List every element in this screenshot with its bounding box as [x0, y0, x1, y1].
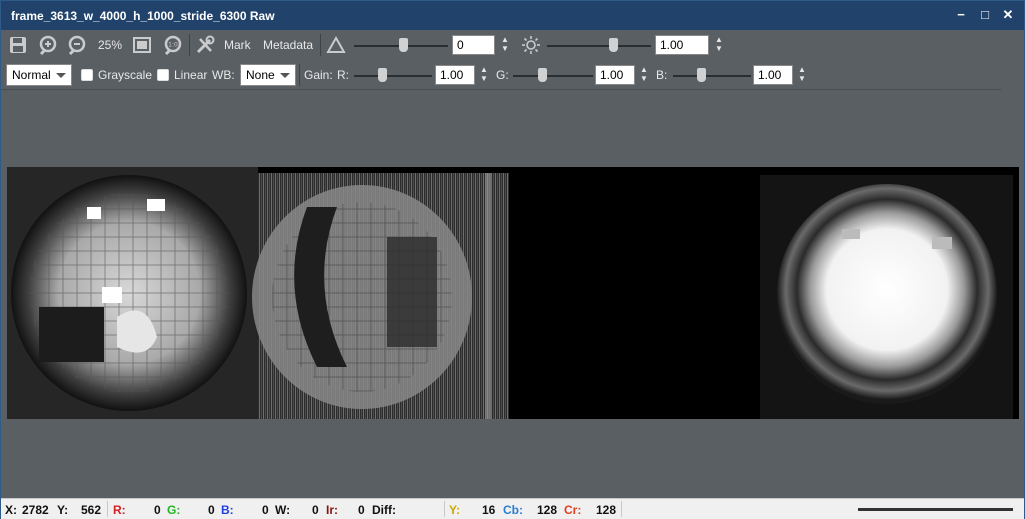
- brightness-icon: [522, 36, 540, 54]
- pixel-ir-value: 0: [358, 503, 365, 517]
- wb-label: WB:: [212, 68, 235, 82]
- grayscale-checkbox[interactable]: [81, 69, 93, 81]
- pixel-r-label: R:: [113, 503, 126, 517]
- toolbar-main: 25% 1:0 Mark Metadata 0 ▲ ▼ 1.00 ▲ ▼: [1, 30, 1024, 60]
- gain-b-input[interactable]: 1.00: [753, 65, 793, 85]
- brightness-spinner[interactable]: ▲ ▼: [714, 35, 724, 55]
- yuv-cr-value: 128: [596, 503, 617, 517]
- gain-g-slider-thumb[interactable]: [538, 68, 547, 82]
- exposure-slider-thumb[interactable]: [399, 38, 408, 52]
- diff-label: Diff:: [372, 503, 396, 517]
- minimize-button[interactable]: −: [953, 7, 969, 23]
- brightness-input[interactable]: 1.00: [655, 35, 709, 55]
- gain-r-label: R:: [337, 68, 349, 82]
- actual-size-icon[interactable]: 1:0: [163, 35, 183, 55]
- blend-mode-value: Normal: [12, 68, 51, 82]
- gain-r-input[interactable]: 1.00: [435, 65, 475, 85]
- gain-b-slider-track[interactable]: [673, 75, 751, 77]
- zoom-level: 25%: [98, 38, 123, 52]
- svg-text:1:0: 1:0: [168, 42, 178, 49]
- chevron-down-icon: [280, 73, 290, 78]
- camera-panel-2: [252, 173, 509, 419]
- zoom-out-icon[interactable]: [67, 35, 87, 55]
- white-balance-select[interactable]: None: [240, 64, 296, 86]
- gain-g-slider-track[interactable]: [513, 75, 593, 77]
- brightness-slider-track[interactable]: [547, 45, 651, 47]
- exposure-input[interactable]: 0: [452, 35, 495, 55]
- yuv-y-value: 16: [482, 503, 496, 517]
- pixel-g-value: 0: [208, 503, 215, 517]
- linear-label: Linear: [174, 68, 208, 82]
- status-separator: [621, 501, 622, 517]
- gain-r-spinner[interactable]: ▲ ▼: [479, 65, 489, 85]
- save-icon[interactable]: [8, 35, 28, 55]
- mark-button[interactable]: Mark: [224, 38, 251, 52]
- title-bar[interactable]: frame_3613_w_4000_h_1000_stride_6300 Raw…: [1, 1, 1024, 30]
- exposure-icon: [326, 35, 346, 53]
- yuv-cb-value: 128: [537, 503, 558, 517]
- status-bar: X: 2782 Y: 562 R: 0 G: 0 B: 0 W: 0 Ir: 0…: [1, 498, 1024, 519]
- cursor-y-value: 562: [81, 503, 102, 517]
- maximize-button[interactable]: □: [977, 7, 993, 23]
- progress-bar: [858, 508, 1013, 511]
- white-balance-value: None: [246, 68, 275, 82]
- cursor-y-label: Y:: [57, 503, 69, 517]
- pixel-r-value: 0: [154, 503, 161, 517]
- status-separator: [444, 501, 445, 517]
- status-separator: [107, 501, 108, 517]
- window-title: frame_3613_w_4000_h_1000_stride_6300 Raw: [11, 9, 275, 23]
- gain-r-slider-thumb[interactable]: [378, 68, 387, 82]
- camera-panel-1: [7, 167, 258, 419]
- gain-r-slider-track[interactable]: [354, 75, 432, 77]
- camera-panel-3: [509, 167, 760, 419]
- pixel-b-label: B:: [221, 503, 234, 517]
- gain-g-label: G:: [496, 68, 509, 82]
- toolbar-separator: [299, 64, 300, 86]
- camera-panel-4: [760, 175, 1013, 419]
- raw-viewer-window: frame_3613_w_4000_h_1000_stride_6300 Raw…: [0, 0, 1025, 519]
- yuv-cr-label: Cr:: [564, 503, 582, 517]
- brightness-slider-thumb[interactable]: [609, 38, 618, 52]
- image-viewport[interactable]: [1, 91, 1024, 497]
- raw-frame-image[interactable]: [7, 167, 1019, 419]
- tools-icon[interactable]: [195, 35, 215, 55]
- gain-g-input[interactable]: 1.00: [595, 65, 635, 85]
- gain-label: Gain:: [304, 68, 333, 82]
- toolbar-separator: [189, 34, 190, 56]
- toolbar-separator: [320, 34, 321, 56]
- linear-checkbox[interactable]: [157, 69, 169, 81]
- pixel-w-value: 0: [312, 503, 319, 517]
- cursor-x-label: X:: [5, 503, 17, 517]
- gain-g-spinner[interactable]: ▲ ▼: [639, 65, 649, 85]
- gain-b-spinner[interactable]: ▲ ▼: [797, 65, 807, 85]
- cursor-x-value: 2782: [22, 503, 49, 517]
- yuv-cb-label: Cb:: [503, 503, 523, 517]
- pixel-g-label: G:: [167, 503, 181, 517]
- pixel-w-label: W:: [275, 503, 291, 517]
- yuv-y-label: Y:: [449, 503, 461, 517]
- gain-b-label: B:: [656, 68, 668, 82]
- gain-b-slider-thumb[interactable]: [697, 68, 706, 82]
- close-button[interactable]: ✕: [1000, 7, 1016, 23]
- exposure-spinner[interactable]: ▲ ▼: [500, 35, 510, 55]
- pixel-ir-label: Ir:: [326, 503, 338, 517]
- zoom-in-icon[interactable]: [38, 35, 58, 55]
- metadata-button[interactable]: Metadata: [263, 38, 313, 52]
- toolbar-adjustments: Normal Grayscale Linear WB: None Gain: R…: [1, 60, 1001, 90]
- chevron-down-icon: [56, 73, 66, 78]
- grayscale-label: Grayscale: [98, 68, 153, 82]
- fit-window-icon[interactable]: [132, 35, 152, 55]
- blend-mode-select[interactable]: Normal: [6, 64, 72, 86]
- pixel-b-value: 0: [262, 503, 269, 517]
